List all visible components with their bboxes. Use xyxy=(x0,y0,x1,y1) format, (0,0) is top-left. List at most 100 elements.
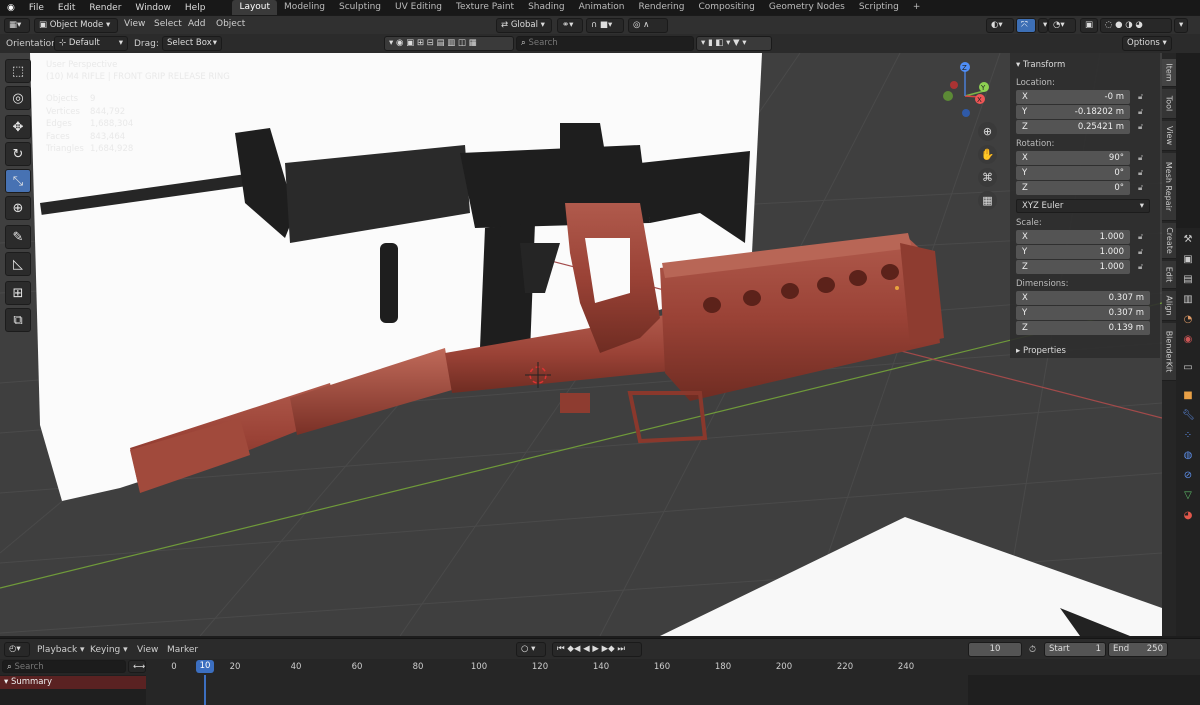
select-box-tool[interactable]: ⬚ xyxy=(5,59,31,83)
tab-create[interactable]: Create xyxy=(1162,223,1176,259)
pivot-dropdown[interactable]: ⚭▾ xyxy=(557,18,583,33)
scale-z-field[interactable]: Z 1.000 🔓︎ xyxy=(1016,260,1154,274)
tab-item[interactable]: Item xyxy=(1162,59,1176,87)
menu-file[interactable]: File xyxy=(22,3,51,13)
add-cube-tool[interactable]: ⊞ xyxy=(5,281,31,305)
menu-object[interactable]: Object xyxy=(216,18,245,30)
filter-icons-bar[interactable]: ▾ ◉ ▣ ⊞ ⊟ ▤ ▥ ◫ ▦ xyxy=(384,36,514,51)
constraints-properties-icon[interactable]: ⊘ xyxy=(1182,470,1194,482)
keying-menu[interactable]: Keying ▾ xyxy=(90,644,128,656)
lock-icon[interactable]: 🔓︎ xyxy=(1138,232,1143,242)
lock-icon[interactable]: 🔓︎ xyxy=(1138,168,1143,178)
tab-animation[interactable]: Animation xyxy=(572,0,632,15)
snap-button[interactable]: ∩ ■▾ xyxy=(586,18,624,33)
dimensions-y-field[interactable]: Y 0.307 m xyxy=(1016,306,1154,320)
tab-sculpting[interactable]: Sculpting xyxy=(332,0,388,15)
outliner-filter-icons[interactable]: ▾ ▮ ◧ ▾ ▼ ▾ xyxy=(696,36,772,51)
tab-layout[interactable]: Layout xyxy=(232,0,278,15)
lock-icon[interactable]: 🔓︎ xyxy=(1138,153,1143,163)
location-z-field[interactable]: Z 0.25421 m 🔓︎ xyxy=(1016,120,1154,134)
orientation-dropdown[interactable]: ⊹ Default ▾ xyxy=(54,36,128,51)
lock-icon[interactable]: 🔓︎ xyxy=(1138,122,1143,132)
dopesheet-area[interactable] xyxy=(146,675,968,705)
options-dropdown[interactable]: Options ▾ xyxy=(1122,36,1172,51)
view-menu[interactable]: View xyxy=(137,644,158,656)
start-frame-field[interactable]: Start 1 xyxy=(1044,642,1106,657)
zoom-view-button[interactable]: ⊕ xyxy=(978,122,997,141)
collection-properties-icon[interactable]: ▭ xyxy=(1182,362,1194,374)
extra-tool[interactable]: ⧉ xyxy=(5,308,31,332)
transform-tool[interactable]: ⊕ xyxy=(5,196,31,220)
physics-properties-icon[interactable]: ◍ xyxy=(1182,450,1194,462)
stopwatch-icon[interactable]: ⏱ xyxy=(1029,644,1036,656)
perspective-toggle-button[interactable]: ▦ xyxy=(978,191,997,210)
add-workspace-icon[interactable]: + xyxy=(906,0,928,15)
lock-icon[interactable]: 🔓︎ xyxy=(1138,107,1143,117)
menu-add[interactable]: Add xyxy=(188,18,205,30)
rotation-mode-dropdown[interactable]: XYZ Euler ▾ xyxy=(1016,199,1150,213)
tab-shading[interactable]: Shading xyxy=(521,0,572,15)
current-frame-indicator[interactable]: 10 xyxy=(196,660,214,673)
tool-properties-icon[interactable]: ⚒ xyxy=(1182,234,1194,246)
dimensions-z-field[interactable]: Z 0.139 m xyxy=(1016,321,1154,335)
menu-edit[interactable]: Edit xyxy=(51,3,82,13)
view-layer-icon[interactable]: ▥ xyxy=(1182,294,1194,306)
dimensions-x-field[interactable]: X 0.307 m xyxy=(1016,291,1154,305)
tab-align[interactable]: Align xyxy=(1162,291,1176,321)
gizmo-dropdown[interactable]: ▾ xyxy=(1038,18,1048,33)
marker-menu[interactable]: Marker xyxy=(167,644,198,656)
playback-controls[interactable]: ⏮ ◆◀ ◀ ▶ ▶◆ ⏭ xyxy=(552,642,642,657)
tab-tool[interactable]: Tool xyxy=(1162,89,1176,119)
drag-dropdown[interactable]: Select Box ▾ xyxy=(162,36,222,51)
tab-uv-editing[interactable]: UV Editing xyxy=(388,0,449,15)
editor-type-button[interactable]: ▦▾ xyxy=(4,18,30,33)
scene-properties-icon[interactable]: ◔ xyxy=(1182,314,1194,326)
rotation-y-field[interactable]: Y 0° 🔓︎ xyxy=(1016,166,1154,180)
timeline-search-input[interactable]: ⌕ Search xyxy=(2,660,126,673)
tab-rendering[interactable]: Rendering xyxy=(632,0,692,15)
timeline-body[interactable]: ▾ Summary xyxy=(0,675,1200,705)
location-x-field[interactable]: X -0 m 🔓︎ xyxy=(1016,90,1154,104)
rotation-x-field[interactable]: X 90° 🔓︎ xyxy=(1016,151,1154,165)
gizmo-toggle[interactable]: ⤧ xyxy=(1016,18,1036,33)
visibility-dropdown[interactable]: ◐▾ xyxy=(986,18,1014,33)
tab-modeling[interactable]: Modeling xyxy=(277,0,332,15)
shading-modes[interactable]: ◌ ● ◑ ◕ xyxy=(1100,18,1172,33)
rotation-z-field[interactable]: Z 0° 🔓︎ xyxy=(1016,181,1154,195)
transform-header[interactable]: ▾ Transform xyxy=(1016,57,1154,73)
playback-menu[interactable]: Playback ▾ xyxy=(37,644,85,656)
modifier-properties-icon[interactable]: 🔧︎ xyxy=(1182,410,1195,422)
menu-select[interactable]: Select xyxy=(154,18,182,30)
lock-icon[interactable]: 🔓︎ xyxy=(1138,183,1143,193)
tab-compositing[interactable]: Compositing xyxy=(691,0,761,15)
material-properties-icon[interactable]: ◕ xyxy=(1182,510,1194,522)
world-properties-icon[interactable]: ◉ xyxy=(1182,334,1194,346)
scale-y-field[interactable]: Y 1.000 🔓︎ xyxy=(1016,245,1154,259)
proportional-editing-button[interactable]: ◎ ∧ xyxy=(628,18,668,33)
data-properties-icon[interactable]: ▽ xyxy=(1182,490,1194,502)
particles-properties-icon[interactable]: ⁘ xyxy=(1182,430,1194,442)
tab-view[interactable]: View xyxy=(1162,121,1176,151)
xray-toggle[interactable]: ▣ xyxy=(1080,18,1098,33)
lock-icon[interactable]: 🔓︎ xyxy=(1138,92,1143,102)
end-frame-field[interactable]: End 250 xyxy=(1108,642,1168,657)
cursor-tool[interactable]: ◎ xyxy=(5,86,31,110)
summary-channel[interactable]: ▾ Summary xyxy=(0,676,146,689)
annotate-tool[interactable]: ✎ xyxy=(5,225,31,249)
scale-tool[interactable]: ⤡ xyxy=(5,169,31,193)
output-properties-icon[interactable]: ▤ xyxy=(1182,274,1194,286)
properties-header[interactable]: ▸ Properties xyxy=(1016,343,1154,359)
blender-logo-icon[interactable]: ◉ xyxy=(0,3,22,13)
menu-help[interactable]: Help xyxy=(178,3,213,13)
measure-tool[interactable]: ◺ xyxy=(5,252,31,276)
mode-dropdown[interactable]: ▣ Object Mode ▾ xyxy=(34,18,118,33)
tab-geometry-nodes[interactable]: Geometry Nodes xyxy=(762,0,852,15)
scale-x-field[interactable]: X 1.000 🔓︎ xyxy=(1016,230,1154,244)
current-frame-field[interactable]: 10 xyxy=(968,642,1022,657)
tab-mesh-repair[interactable]: Mesh Repair xyxy=(1162,153,1176,221)
menu-window[interactable]: Window xyxy=(128,3,178,13)
tab-scripting[interactable]: Scripting xyxy=(852,0,906,15)
lock-icon[interactable]: 🔓︎ xyxy=(1138,247,1143,257)
shading-dropdown[interactable]: ▾ xyxy=(1174,18,1188,33)
location-y-field[interactable]: Y -0.18202 m 🔓︎ xyxy=(1016,105,1154,119)
